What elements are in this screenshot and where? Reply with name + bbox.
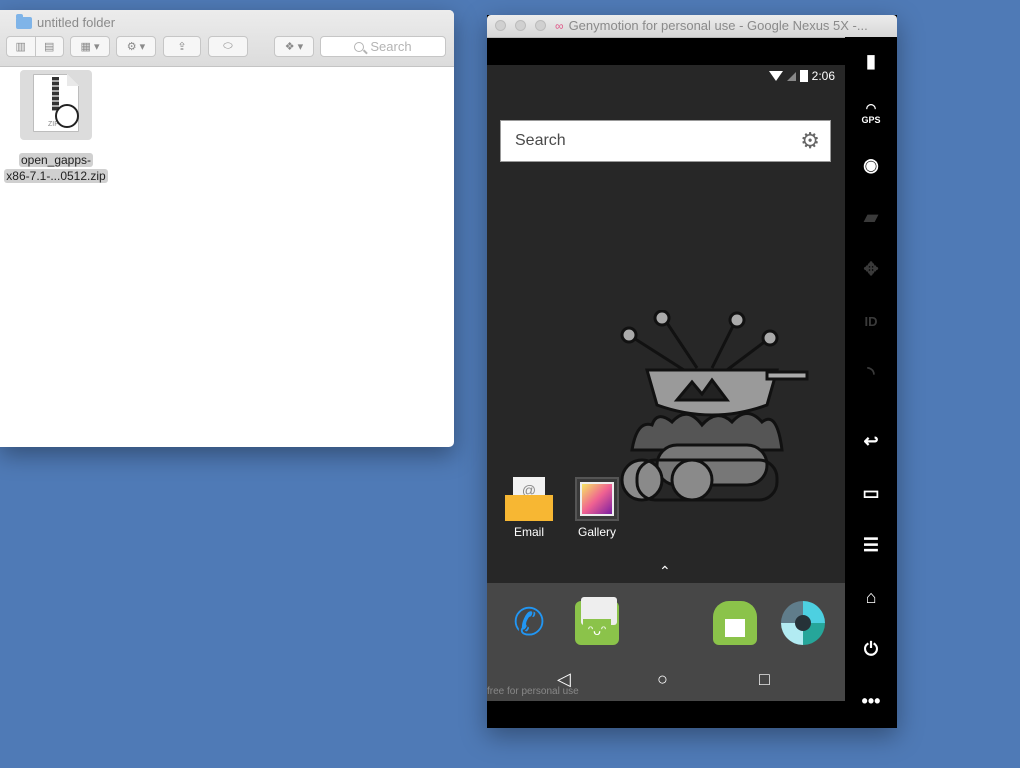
search-icon: [354, 41, 365, 52]
camera-icon[interactable]: [781, 601, 825, 645]
email-icon: @: [505, 477, 553, 521]
genymotion-title-text: Genymotion for personal use - Google Nex…: [568, 18, 868, 33]
tag-icon: ⬭: [223, 40, 233, 52]
cell-signal-icon: [786, 71, 796, 81]
share-button[interactable]: ⇪: [163, 36, 201, 57]
app-gallery[interactable]: Gallery: [567, 477, 627, 539]
watermark: free for personal use: [487, 686, 579, 697]
dropbox-button[interactable]: ❖ ▾: [274, 36, 314, 57]
view-mode-control[interactable]: ▥ ▤: [6, 36, 64, 57]
grid-icon: ▦ ▾: [80, 41, 100, 53]
share-icon: ⇪: [177, 41, 187, 53]
finder-titlebar[interactable]: untitled folder ▥ ▤ ▦ ▾ ⚙ ▾ ⇪ ⬭ ❖ ▾ Sear…: [0, 10, 454, 67]
fondue-wallpaper: [620, 310, 809, 502]
dpad-icon[interactable]: ✥: [845, 249, 897, 289]
recents-icon[interactable]: □: [759, 669, 770, 690]
arrange-button[interactable]: ▦ ▾: [70, 36, 110, 57]
app-drawer-chevron-icon[interactable]: ⌃: [659, 563, 671, 580]
gear-icon: ⚙ ▾: [126, 41, 146, 53]
battery-widget-icon[interactable]: ▮: [845, 41, 897, 81]
minimize-window-button[interactable]: [515, 20, 526, 31]
wifi-icon: [768, 71, 783, 81]
finder-title-text: untitled folder: [37, 15, 116, 30]
power-icon[interactable]: ⏻: [845, 629, 897, 669]
gps-widget[interactable]: ◠ GPS: [845, 93, 897, 133]
messaging-icon[interactable]: ᵔᴗᵔ: [575, 597, 619, 645]
cover-flow-icon[interactable]: ▤: [36, 37, 64, 56]
zipper-icon: [52, 77, 59, 111]
webcam-icon[interactable]: ◉: [845, 145, 897, 185]
phone-icon[interactable]: ✆: [507, 601, 551, 645]
more-options-icon[interactable]: •••: [845, 681, 897, 721]
close-window-button[interactable]: [495, 20, 506, 31]
search-bar-label: Search: [515, 132, 566, 149]
genymotion-sidebar: ▮ ◠ GPS ◉ ▰ ✥ ID ◝ ↩ ▭ ☰ ⌂ ⏻ •••: [845, 37, 897, 728]
app-gallery-label: Gallery: [577, 525, 616, 539]
android-screen[interactable]: 2:06 Search ⚙ @ Email Gallery ⌃ ✆ ᵔᴗᵔ ◁ …: [487, 65, 845, 701]
file-name-line2: x86-7.1-...0512.zip: [4, 169, 108, 183]
file-name-line1: open_gapps-: [18, 153, 94, 167]
status-time: 2:06: [811, 69, 835, 83]
genymotion-logo-icon: ∞: [555, 18, 564, 33]
device-id-icon[interactable]: ID: [845, 301, 897, 341]
genymotion-window: ∞ Genymotion for personal use - Google N…: [487, 15, 897, 728]
genymotion-titlebar[interactable]: ∞ Genymotion for personal use - Google N…: [487, 15, 897, 38]
status-bar: 2:06: [768, 69, 835, 83]
app-email-label: Email: [513, 525, 544, 539]
gps-label: GPS: [861, 115, 881, 125]
dropbox-icon: ❖ ▾: [284, 41, 304, 53]
finder-title: untitled folder: [16, 13, 116, 30]
device-id-label: ID: [864, 313, 878, 329]
zoom-window-button[interactable]: [535, 20, 546, 31]
menu-icon[interactable]: ☰: [845, 525, 897, 565]
drag-cursor-icon: [55, 104, 79, 128]
google-search-bar[interactable]: Search ⚙: [500, 120, 831, 162]
dock: ✆ ᵔᴗᵔ ◁ ○ □ free for personal use: [487, 583, 845, 701]
recent-apps-icon[interactable]: ▭: [845, 473, 897, 513]
back-button-icon[interactable]: ↩: [845, 421, 897, 461]
gps-signal-icon: ◠: [865, 101, 877, 115]
home-icon[interactable]: ○: [657, 669, 668, 690]
tags-button[interactable]: ⬭: [208, 36, 248, 57]
battery-icon: [799, 70, 808, 82]
folder-icon: [16, 13, 32, 29]
settings-gear-icon[interactable]: ⚙: [800, 128, 820, 154]
search-placeholder: Search: [370, 39, 412, 54]
genymotion-title: ∞ Genymotion for personal use - Google N…: [555, 18, 868, 33]
gallery-icon: [575, 477, 619, 521]
app-email[interactable]: @ Email: [499, 477, 559, 539]
finder-window: untitled folder ▥ ▤ ▦ ▾ ⚙ ▾ ⇪ ⬭ ❖ ▾ Sear…: [0, 10, 454, 447]
column-view-icon[interactable]: ▥: [7, 37, 36, 56]
android-package-icon[interactable]: [713, 601, 757, 645]
search-field[interactable]: Search: [320, 36, 446, 57]
action-button[interactable]: ⚙ ▾: [116, 36, 156, 57]
media-clapper-icon[interactable]: ▰: [845, 197, 897, 237]
file-name[interactable]: open_gapps- x86-7.1-...0512.zip: [2, 152, 110, 184]
network-icon[interactable]: ◝: [845, 353, 897, 393]
home-button-icon[interactable]: ⌂: [845, 577, 897, 617]
